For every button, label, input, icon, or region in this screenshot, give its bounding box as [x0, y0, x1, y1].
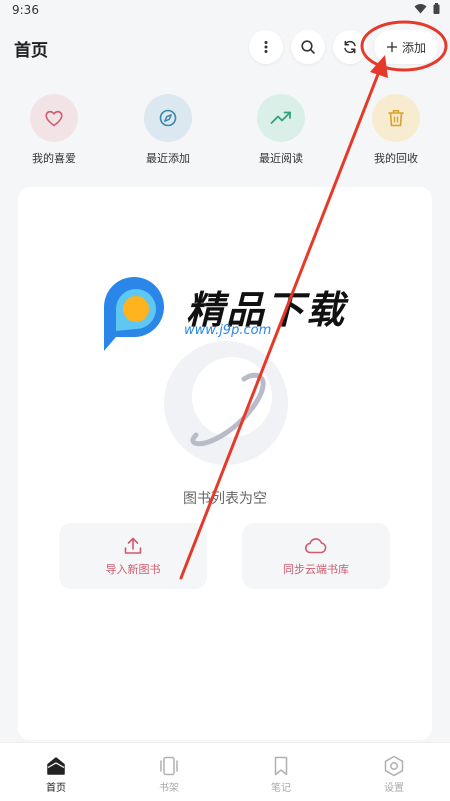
- status-bar: 9:36: [0, 0, 450, 20]
- quick-actions: 我的喜爱 最近添加 最近阅读 我的回收: [0, 94, 450, 174]
- search-icon: [301, 40, 315, 54]
- refresh-icon: [344, 40, 356, 54]
- nav-notes[interactable]: 笔记: [241, 755, 321, 794]
- header: 首页 添加: [0, 28, 450, 68]
- status-time: 9:36: [12, 3, 39, 17]
- quick-recent-read-label: 最近阅读: [259, 152, 303, 165]
- nav-settings-label: 设置: [384, 783, 404, 794]
- quick-recycle-circle: [372, 94, 420, 142]
- bottom-nav: 首页 书架 笔记 设置: [0, 742, 450, 801]
- quick-recent-read-circle: [257, 94, 305, 142]
- nav-bookshelf-label: 书架: [159, 783, 179, 794]
- quick-favorites-label: 我的喜爱: [32, 152, 76, 165]
- compass-icon: [159, 109, 177, 127]
- heart-icon: [45, 110, 63, 127]
- settings-hexagon-icon: [384, 755, 404, 777]
- status-icons: [414, 3, 440, 14]
- nav-notes-label: 笔记: [271, 783, 291, 794]
- nav-settings[interactable]: 设置: [354, 755, 434, 794]
- import-book-label: 导入新图书: [105, 563, 161, 576]
- cloud-icon: [304, 538, 327, 554]
- plus-icon: [386, 42, 397, 52]
- home-icon: [47, 757, 65, 775]
- watermark-url: www.j9p.com: [184, 323, 272, 338]
- book-list-card: 精品下载 www.j9p.com 图书列表为空 导入新图书 同步云端书库: [18, 187, 432, 740]
- quick-recent-read[interactable]: 最近阅读: [241, 94, 321, 166]
- quick-recycle-label: 我的回收: [374, 152, 418, 165]
- quick-recent-added-circle: [144, 94, 192, 142]
- more-button[interactable]: [249, 30, 283, 64]
- page-title: 首页: [14, 41, 48, 61]
- sync-cloud-label: 同步云端书库: [283, 563, 349, 576]
- refresh-button[interactable]: [333, 30, 367, 64]
- search-button[interactable]: [291, 30, 325, 64]
- add-button[interactable]: 添加: [374, 30, 438, 64]
- quick-recent-added[interactable]: 最近添加: [128, 94, 208, 166]
- quick-recycle[interactable]: 我的回收: [356, 94, 436, 166]
- trend-up-icon: [270, 111, 291, 124]
- upload-icon: [124, 537, 142, 554]
- trash-icon: [388, 110, 404, 127]
- import-book-button[interactable]: 导入新图书: [59, 523, 207, 589]
- bookshelf-icon: [160, 756, 178, 776]
- nav-home-label: 首页: [46, 783, 66, 794]
- bookmark-icon: [274, 756, 288, 776]
- empty-planet-illustration: [164, 341, 288, 465]
- quick-favorites-circle: [30, 94, 78, 142]
- sync-cloud-button[interactable]: 同步云端书库: [242, 523, 390, 589]
- quick-recent-added-label: 最近添加: [146, 152, 190, 165]
- add-button-label: 添加: [401, 40, 426, 55]
- quick-favorites[interactable]: 我的喜爱: [14, 94, 94, 166]
- nav-home[interactable]: 首页: [16, 755, 96, 794]
- more-vertical-icon: [264, 41, 268, 53]
- wifi-icon: [414, 4, 427, 14]
- battery-icon: [433, 3, 440, 14]
- nav-bookshelf[interactable]: 书架: [129, 755, 209, 794]
- empty-state-text: 图书列表为空: [183, 491, 267, 507]
